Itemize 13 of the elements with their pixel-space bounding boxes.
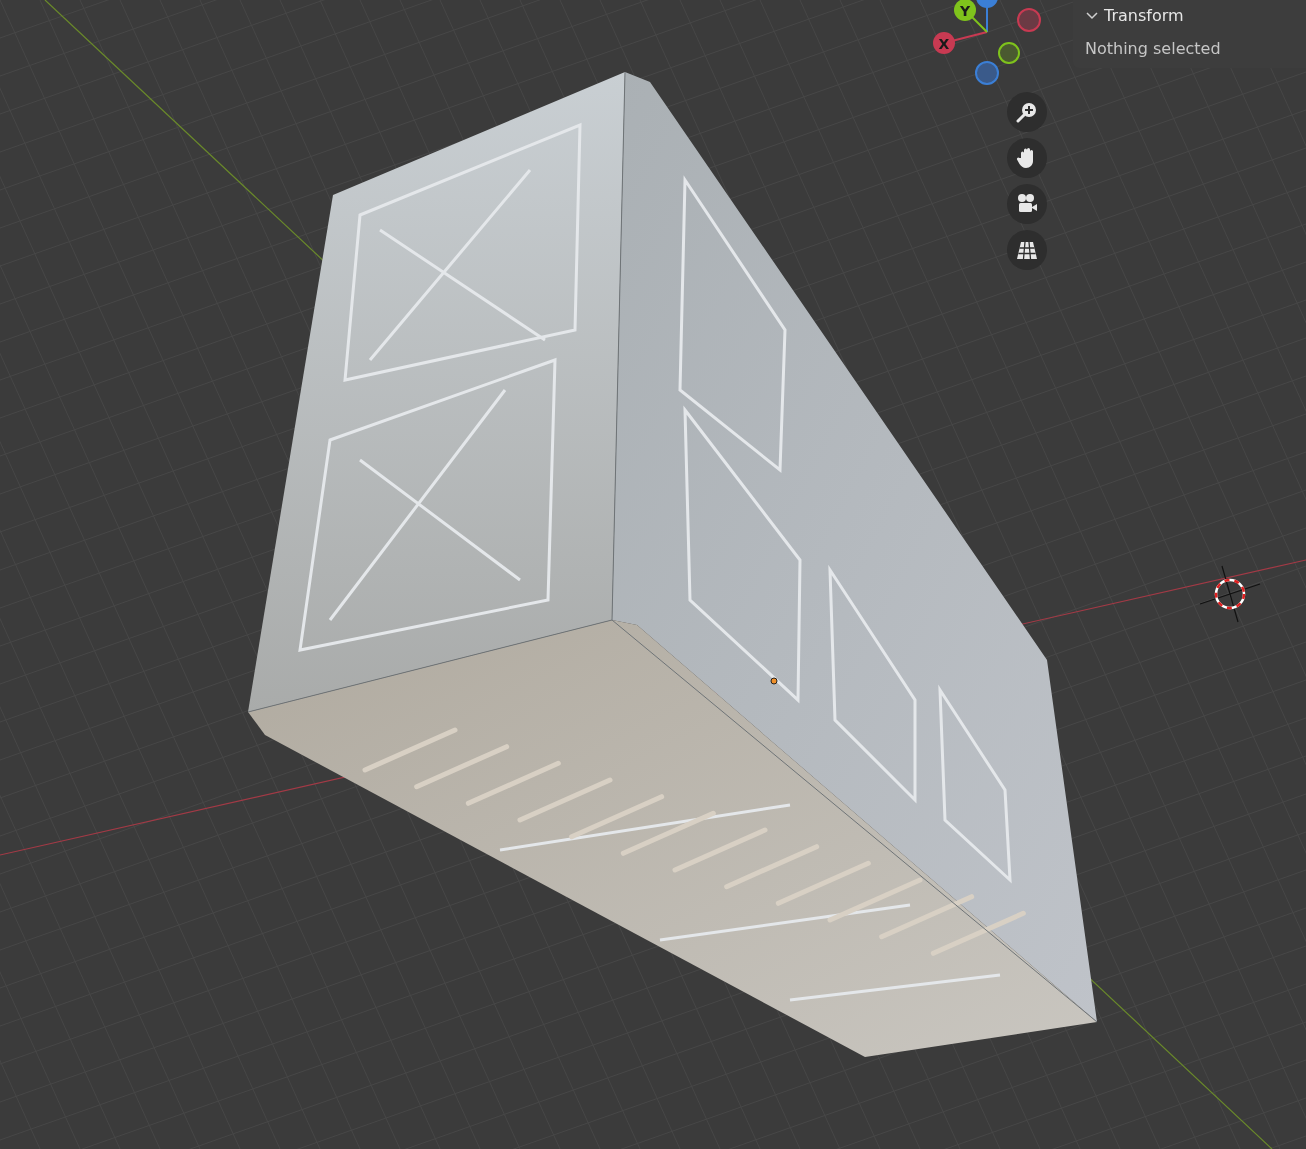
origin-dot xyxy=(770,677,778,685)
x-axis-label: X xyxy=(938,35,950,52)
panel-title[interactable]: Transform xyxy=(1104,6,1184,25)
cursor-crosshair-icon xyxy=(1199,565,1261,623)
zoom-icon xyxy=(1015,100,1039,124)
viewport-nav-button[interactable] xyxy=(1007,92,1047,132)
x-axis-dot[interactable] xyxy=(933,32,955,54)
viewport-nav-button[interactable] xyxy=(1007,138,1047,178)
viewport-nav-button[interactable] xyxy=(1007,230,1047,270)
y-axis-label: Y xyxy=(959,2,971,19)
panel-message: Nothing selected xyxy=(1085,39,1222,58)
viewport-nav-button[interactable] xyxy=(1007,184,1047,224)
viewport[interactable]: X Y Transform Nothing selected xyxy=(0,0,1306,1149)
